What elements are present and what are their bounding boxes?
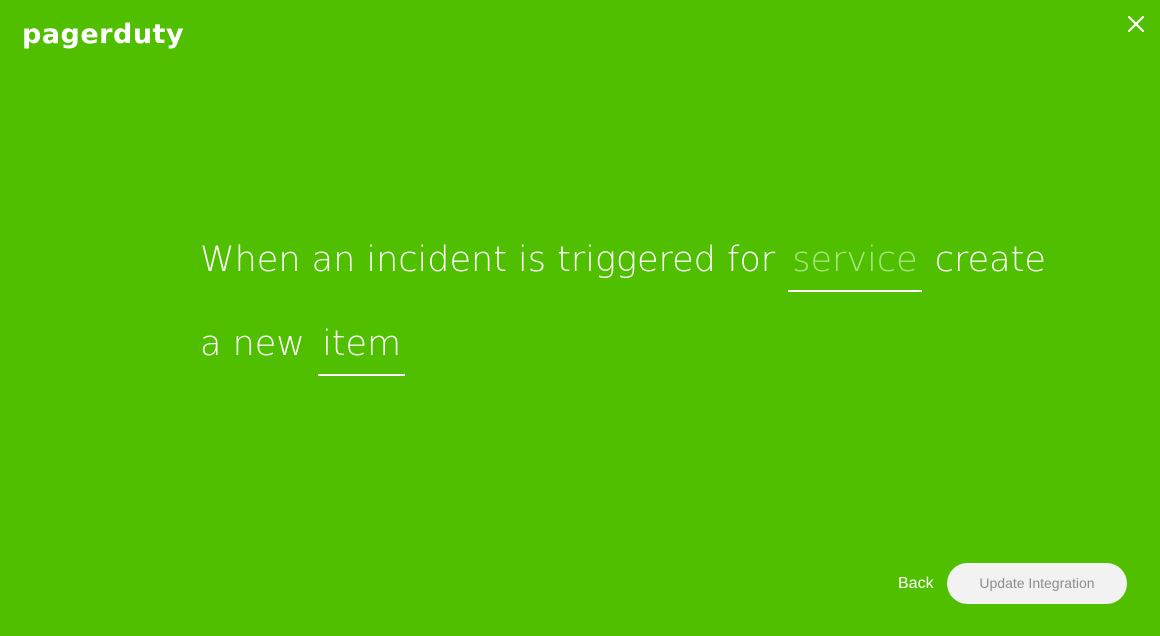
recipe-sentence: When an incident is triggered for servic… <box>200 218 1046 386</box>
recipe-text-create: create <box>934 240 1046 280</box>
recipe-line-2: a new item <box>200 302 1020 386</box>
update-integration-button[interactable]: Update Integration <box>947 563 1127 604</box>
footer-actions: Back Update Integration <box>880 563 1127 604</box>
recipe-text-new: a new <box>200 324 305 364</box>
item-selector[interactable]: item <box>318 314 406 376</box>
integration-setup-screen: pagerduty When an incident is triggered … <box>0 0 1160 636</box>
recipe-text-trigger: When an incident is triggered for <box>200 240 776 280</box>
service-selector[interactable]: service <box>788 230 922 292</box>
recipe-line-1: When an incident is triggered for servic… <box>200 218 1046 302</box>
back-button[interactable]: Back <box>898 563 934 604</box>
pagerduty-logo: pagerduty <box>22 19 185 50</box>
close-button[interactable] <box>1125 13 1147 35</box>
close-icon <box>1128 16 1144 32</box>
